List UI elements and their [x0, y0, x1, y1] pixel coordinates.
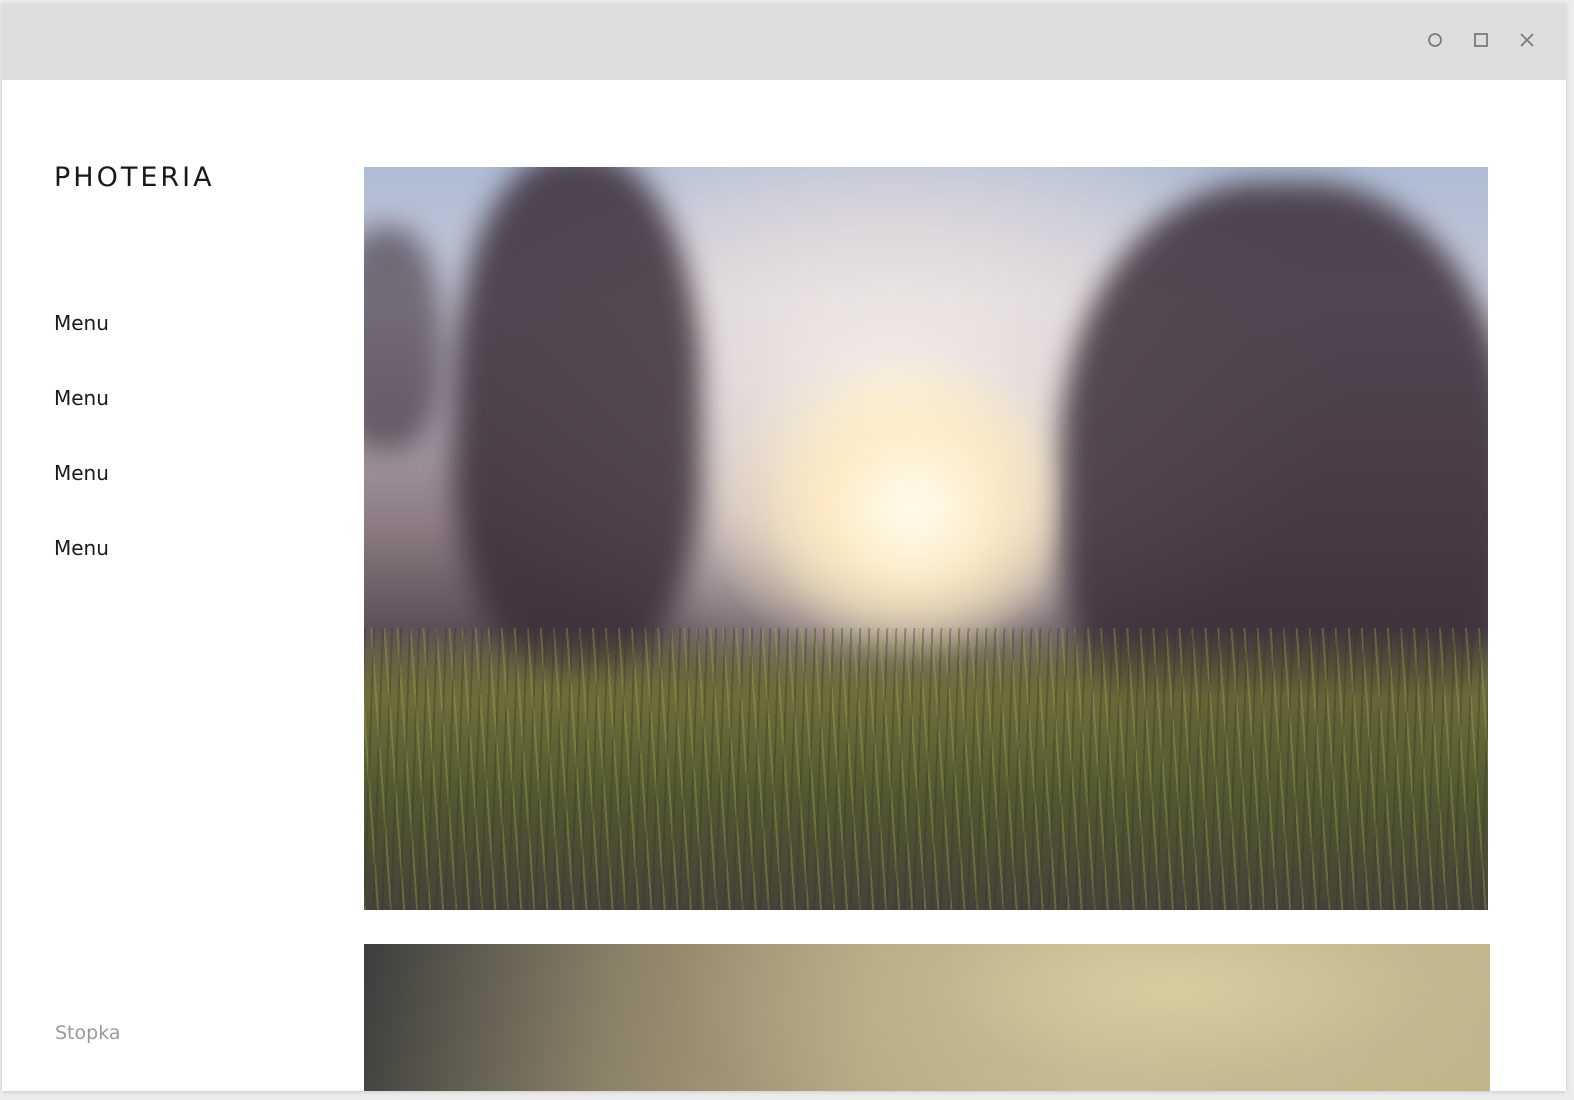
footer-label: Stopka: [55, 1022, 121, 1044]
sidebar-menu: Menu Menu Menu Menu: [54, 311, 109, 611]
square-icon: [1474, 33, 1488, 47]
app-window: PHOTERIA Menu Menu Menu Menu Stopka: [2, 3, 1566, 1091]
blurred-photo[interactable]: [364, 944, 1490, 1091]
menu-item[interactable]: Menu: [54, 461, 109, 536]
menu-item[interactable]: Menu: [54, 311, 109, 386]
close-icon: [1520, 33, 1534, 47]
menu-item[interactable]: Menu: [54, 386, 109, 461]
minimize-button[interactable]: [1424, 29, 1446, 51]
close-button[interactable]: [1516, 29, 1538, 51]
circle-icon: [1428, 33, 1442, 47]
title-bar: [2, 3, 1566, 80]
logo[interactable]: PHOTERIA: [54, 162, 215, 193]
menu-item[interactable]: Menu: [54, 536, 109, 611]
tree-silhouette: [364, 226, 443, 450]
window-controls: [1424, 29, 1538, 51]
sun-glow: [768, 345, 1061, 673]
tree-silhouette: [453, 167, 702, 673]
maximize-button[interactable]: [1470, 29, 1492, 51]
grass-field: [364, 627, 1488, 910]
sunset-grass-photo[interactable]: [364, 167, 1488, 910]
